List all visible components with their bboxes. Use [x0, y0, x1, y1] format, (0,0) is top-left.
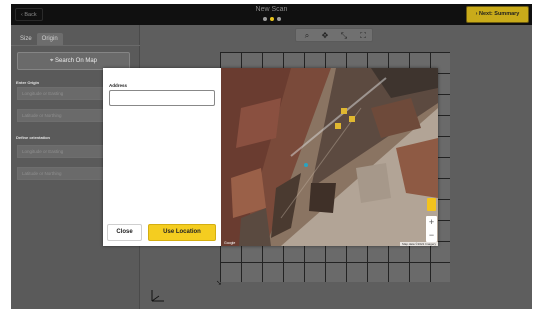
page-title: New Scan: [255, 6, 288, 13]
next-label: Next: Summary: [479, 11, 520, 17]
orientation-longitude-field[interactable]: Longitude or Easting: [17, 145, 109, 158]
view-toolbar: ⌕ ✥ ⤡ ⛶: [295, 28, 373, 42]
axes-icon: [151, 290, 164, 302]
step-dot: [262, 17, 267, 21]
step-dot: [276, 17, 281, 21]
close-button[interactable]: Close: [107, 224, 142, 241]
use-location-button[interactable]: Use Location: [148, 224, 216, 241]
search-on-map-label: Search On Map: [55, 58, 98, 64]
move-icon[interactable]: ✥: [318, 30, 332, 41]
step-indicator: [11, 17, 532, 21]
step-dot: [269, 17, 274, 21]
define-orientation-label: Define orientation: [16, 135, 51, 140]
zoom-in-button[interactable]: +: [426, 216, 437, 229]
top-bar: ‹ Back New Scan › Next: Summary: [11, 4, 532, 25]
fullscreen-icon[interactable]: ⛶: [356, 30, 370, 41]
street-view-pegman-icon[interactable]: [427, 198, 436, 211]
tab-origin[interactable]: Origin: [36, 33, 63, 45]
map-attribution[interactable]: Map data ©2021 Imagery: [400, 242, 438, 246]
tab-size[interactable]: Size: [15, 33, 37, 45]
satellite-imagery: [221, 68, 438, 246]
zoom-control: + −: [426, 216, 437, 242]
tab-divider: [11, 45, 140, 46]
origin-longitude-field[interactable]: Longitude or Easting: [17, 87, 109, 100]
zoom-out-button[interactable]: −: [426, 229, 437, 242]
pointer-icon: ➘: [216, 280, 222, 287]
location-dialog: Address Close Use Location + − Google Ma…: [103, 68, 438, 246]
next-summary-button[interactable]: › Next: Summary: [466, 6, 529, 23]
address-label: Address: [109, 83, 128, 88]
fit-icon[interactable]: ⤡: [337, 30, 351, 41]
origin-latitude-field[interactable]: Latitude or Northing: [17, 109, 109, 122]
satellite-map[interactable]: + − Google Map data ©2021 Imagery: [221, 68, 438, 246]
search-icon[interactable]: ⌕: [300, 30, 314, 41]
orientation-latitude-field[interactable]: Latitude or Northing: [17, 167, 109, 180]
address-input[interactable]: [109, 90, 215, 106]
enter-origin-label: Enter Origin: [16, 80, 40, 85]
google-logo: Google: [224, 241, 236, 245]
panel-tabs: Size Origin: [15, 33, 63, 45]
